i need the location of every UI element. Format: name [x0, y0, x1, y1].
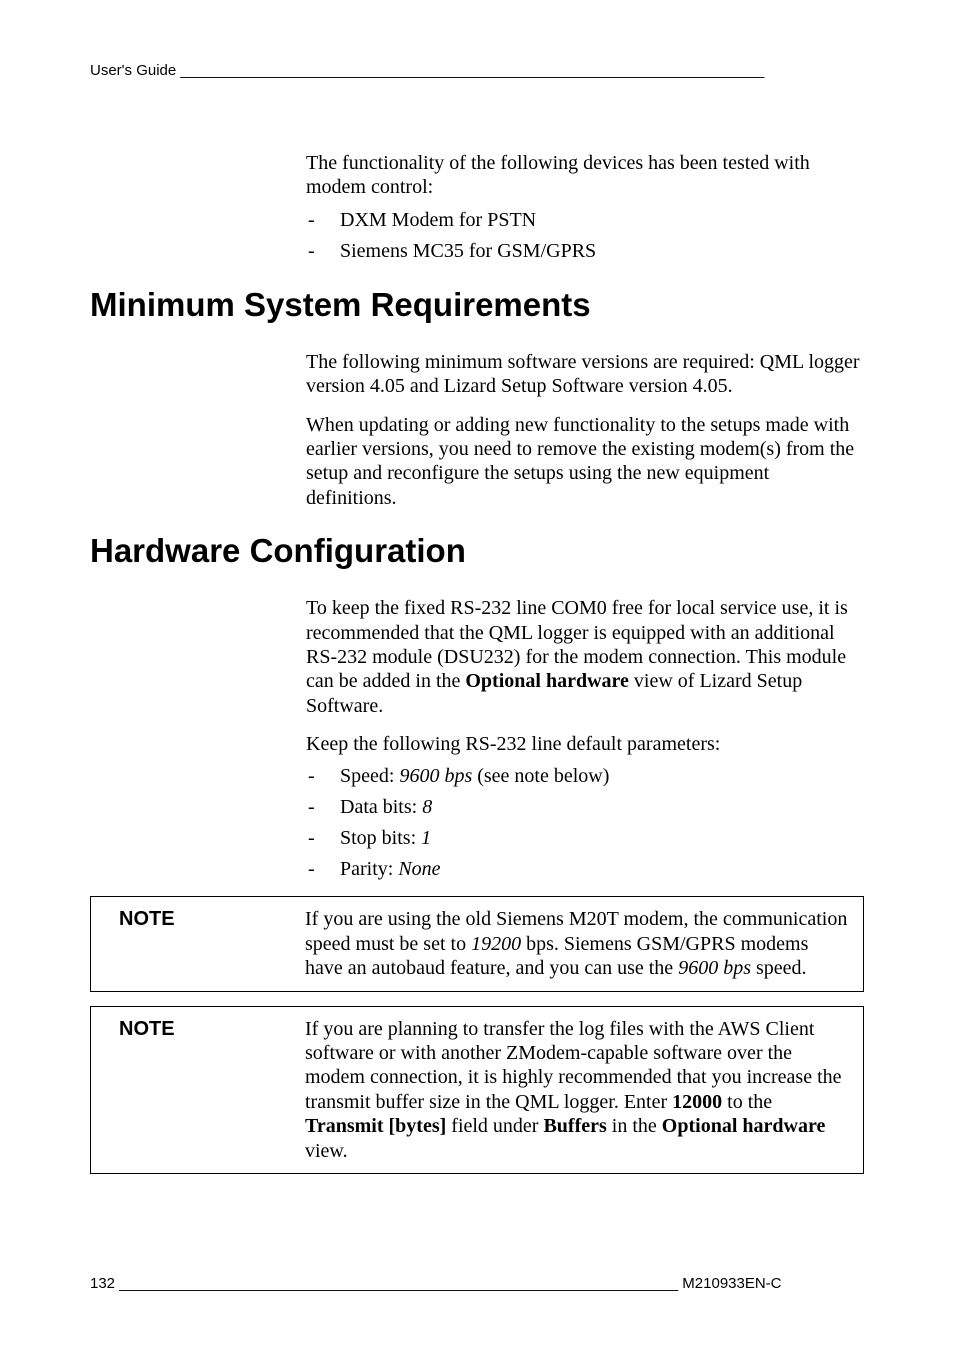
heading-min-sys-req: Minimum System Requirements — [90, 286, 864, 324]
running-head: User's Guide ___________________________… — [90, 62, 864, 79]
bold-run: Optional hardware — [662, 1115, 826, 1137]
text-run: speed. — [751, 957, 807, 979]
bold-run: Transmit [bytes] — [305, 1115, 446, 1137]
text-run: (see note below) — [472, 765, 609, 787]
italic-run: 8 — [422, 796, 432, 818]
bold-run: 12000 — [672, 1091, 722, 1113]
text-run: Data bits: — [340, 796, 422, 818]
body-paragraph: To keep the fixed RS-232 line COM0 free … — [306, 596, 860, 718]
text-run: to the — [722, 1091, 772, 1113]
text-run: in the — [607, 1115, 662, 1137]
list-item: Data bits: 8 — [306, 795, 860, 820]
section1-body: The following minimum software versions … — [306, 350, 860, 510]
text-run: Speed: — [340, 765, 399, 787]
body-paragraph: The following minimum software versions … — [306, 350, 860, 399]
text-run: field under — [446, 1115, 543, 1137]
italic-run: 19200 — [471, 933, 521, 955]
note-box-2: NOTE If you are planning to transfer the… — [90, 1006, 864, 1174]
section2-body: To keep the fixed RS-232 line COM0 free … — [306, 596, 860, 882]
italic-run: None — [398, 858, 440, 880]
body-paragraph: When updating or adding new functionalit… — [306, 413, 860, 511]
list-item: Parity: None — [306, 857, 860, 882]
list-item: DXM Modem for PSTN — [306, 208, 860, 233]
page: User's Guide ___________________________… — [0, 0, 954, 1350]
list-item: Siemens MC35 for GSM/GPRS — [306, 239, 860, 264]
heading-hardware-config: Hardware Configuration — [90, 532, 864, 570]
intro-paragraph: The functionality of the following devic… — [306, 151, 860, 200]
note-box-1: NOTE If you are using the old Siemens M2… — [90, 896, 864, 991]
bold-run: Buffers — [543, 1115, 606, 1137]
note-body: If you are using the old Siemens M20T mo… — [305, 907, 849, 980]
text-run: view. — [305, 1140, 348, 1162]
intro-block: The functionality of the following devic… — [306, 151, 860, 264]
text-run: Stop bits: — [340, 827, 421, 849]
note-label: NOTE — [105, 907, 305, 980]
italic-run: 9600 bps — [399, 765, 472, 787]
params-bullet-list: Speed: 9600 bps (see note below) Data bi… — [306, 764, 860, 882]
italic-run: 1 — [421, 827, 431, 849]
body-paragraph: Keep the following RS-232 line default p… — [306, 732, 860, 756]
note-body: If you are planning to transfer the log … — [305, 1017, 849, 1163]
note-label: NOTE — [105, 1017, 305, 1163]
text-run: Parity: — [340, 858, 398, 880]
intro-bullet-list: DXM Modem for PSTN Siemens MC35 for GSM/… — [306, 208, 860, 264]
footer-text: 132 ____________________________________… — [90, 1275, 782, 1292]
list-item: Stop bits: 1 — [306, 826, 860, 851]
list-item: Speed: 9600 bps (see note below) — [306, 764, 860, 789]
italic-run: 9600 bps — [678, 957, 751, 979]
bold-run: Optional hardware — [465, 670, 629, 692]
page-footer: 132 ____________________________________… — [90, 1275, 864, 1292]
